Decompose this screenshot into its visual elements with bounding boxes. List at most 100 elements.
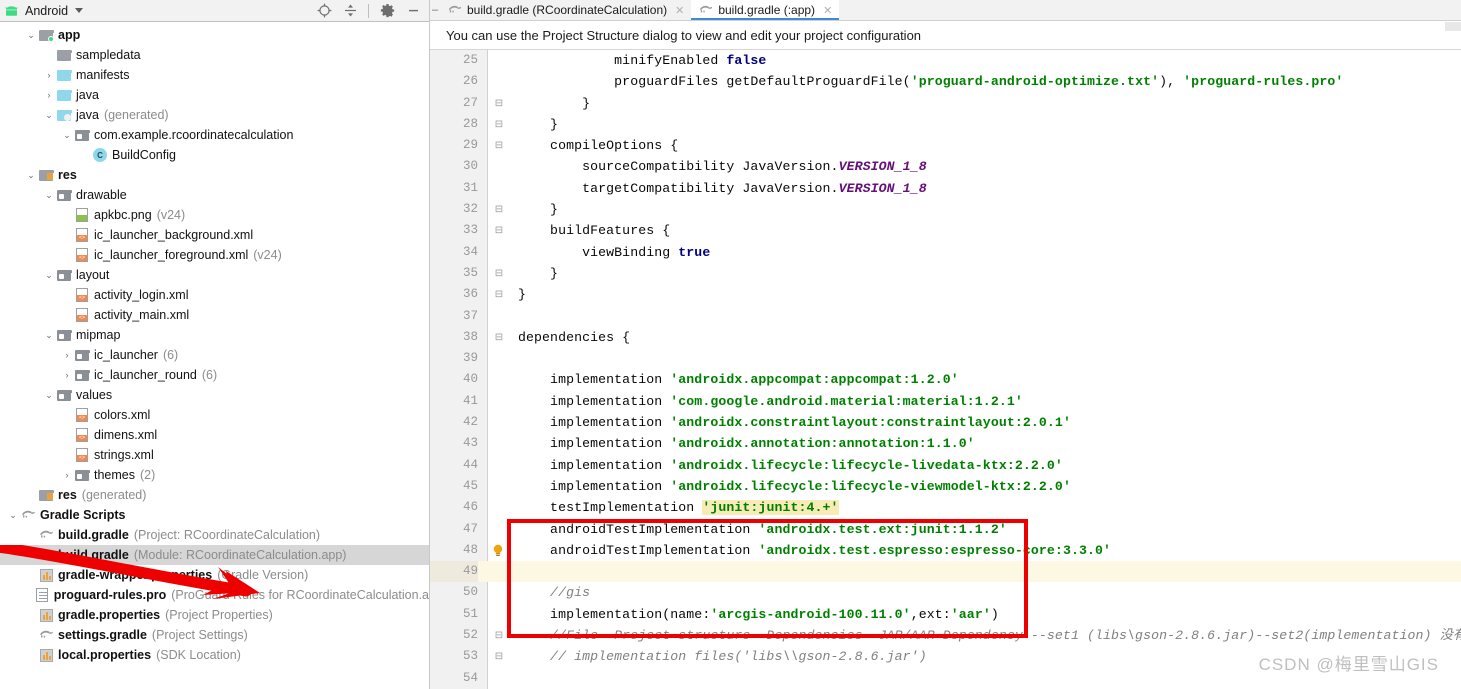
xml-file-icon: <> [76, 288, 88, 302]
tree-item-values[interactable]: ⌄ values [0, 385, 429, 405]
package-folder-icon [75, 129, 90, 141]
tree-item-sublabel: (2) [140, 468, 156, 482]
tree-item-res[interactable]: · res (generated) [0, 485, 429, 505]
tree-item-label: strings.xml [94, 448, 154, 462]
code-line-44: 44 implementation 'androidx.lifecycle:li… [430, 455, 1461, 476]
tree-item-dimens-xml[interactable]: ·<> dimens.xml [0, 425, 429, 445]
chevron-down-icon[interactable]: ⌄ [24, 165, 38, 185]
tree-spacer: · [42, 45, 56, 65]
project-panel-header: Android [0, 0, 429, 22]
code-line-29: 29 ⊟ compileOptions { [430, 135, 1461, 156]
tree-item-activity-login-xml[interactable]: ·<> activity_login.xml [0, 285, 429, 305]
tree-item-ic-launcher-foreground-xml[interactable]: ·<> ic_launcher_foreground.xml (v24) [0, 245, 429, 265]
horizontal-scrollbar-nub[interactable] [1445, 22, 1461, 31]
tree-item-gradle-scripts[interactable]: ⌄ Gradle Scripts [0, 505, 429, 525]
tree-item-label: ic_launcher_foreground.xml [94, 248, 249, 262]
tree-item-java[interactable]: › java [0, 85, 429, 105]
gradle-icon [448, 3, 462, 17]
folder-icon [57, 49, 72, 61]
chevron-down-icon[interactable]: ⌄ [42, 385, 56, 405]
tree-item-label: gradle.properties [58, 608, 161, 622]
project-tree[interactable]: ⌄app·sampledata›manifests›java⌄java(gene… [0, 22, 429, 665]
chevron-right-icon[interactable]: › [60, 465, 74, 485]
code-line-36: 36 ⊟} [430, 284, 1461, 305]
tree-item-build-gradle[interactable]: · build.gradle (Module: RCoordinateCalcula… [0, 545, 429, 565]
tree-item-gradle-wrapper-properties[interactable]: · gradle-wrapper.properties (Gradle Versio… [0, 565, 429, 585]
source-folder-icon [57, 69, 72, 81]
chevron-down-icon[interactable]: ⌄ [42, 325, 56, 345]
tree-item-proguard-rules-pro[interactable]: · proguard-rules.pro (ProGuard Rules for R… [0, 585, 429, 605]
chevron-right-icon[interactable]: › [42, 85, 56, 105]
close-icon[interactable]: ✕ [823, 4, 832, 17]
tree-item-buildconfig[interactable]: ·C BuildConfig [0, 145, 429, 165]
code-text: proguardFiles getDefaultProguardFile('pr… [518, 74, 1344, 90]
line-number: 39 [462, 351, 478, 366]
fold-toggle-icon[interactable]: ⊟ [492, 625, 506, 646]
chevron-down-icon[interactable]: ⌄ [42, 185, 56, 205]
chevron-down-icon[interactable]: ⌄ [42, 105, 56, 125]
tree-item-gradle-properties[interactable]: · gradle.properties (Project Properties) [0, 605, 429, 625]
chevron-right-icon[interactable]: › [42, 65, 56, 85]
chevron-down-icon[interactable]: ⌄ [24, 25, 38, 45]
tree-item-strings-xml[interactable]: ·<> strings.xml [0, 445, 429, 465]
tree-spacer: · [24, 485, 38, 505]
gear-icon[interactable] [379, 3, 395, 19]
chevron-down-icon[interactable]: ⌄ [42, 265, 56, 285]
tree-item-label: java [76, 108, 99, 122]
tree-item-drawable[interactable]: ⌄ drawable [0, 185, 429, 205]
tree-item-app[interactable]: ⌄ app [0, 25, 429, 45]
chevron-down-icon[interactable]: ⌄ [6, 505, 20, 525]
tree-item-sampledata[interactable]: · sampledata [0, 45, 429, 65]
tree-item-label: drawable [76, 188, 127, 202]
chevron-down-icon[interactable] [75, 8, 84, 13]
tree-item-label: manifests [76, 68, 130, 82]
code-line-37: 37 [430, 306, 1461, 327]
fold-toggle-icon[interactable]: ⊟ [492, 93, 506, 114]
tree-item-java[interactable]: ⌄ java (generated) [0, 105, 429, 125]
fold-toggle-icon[interactable]: ⊟ [492, 284, 506, 305]
fold-toggle-icon[interactable]: ⊟ [492, 327, 506, 348]
tree-item-build-gradle[interactable]: · build.gradle (Project: RCoordinateCalcul… [0, 525, 429, 545]
fold-toggle-icon[interactable]: ⊟ [492, 114, 506, 135]
tree-item-apkbc-png[interactable]: · apkbc.png (v24) [0, 205, 429, 225]
tree-item-res[interactable]: ⌄ res [0, 165, 429, 185]
fold-toggle-icon[interactable]: ⊟ [492, 263, 506, 284]
code-line-35: 35 ⊟ } [430, 263, 1461, 284]
close-icon[interactable]: ✕ [675, 4, 684, 17]
code-lines: 25 minifyEnabled false 26 proguardFiles g… [430, 50, 1461, 689]
minimize-icon[interactable] [405, 3, 421, 19]
fold-toggle-icon[interactable]: ⊟ [492, 135, 506, 156]
tree-item-themes[interactable]: › themes (2) [0, 465, 429, 485]
fold-toggle-icon[interactable]: ⊟ [492, 220, 506, 241]
tab-build-gradle-project[interactable]: build.gradle (RCoordinateCalculation) ✕ [440, 0, 692, 20]
lightbulb-icon[interactable] [492, 544, 504, 557]
tree-item-mipmap[interactable]: ⌄ mipmap [0, 325, 429, 345]
tree-item-ic-launcher[interactable]: › ic_launcher (6) [0, 345, 429, 365]
package-folder-icon [75, 369, 90, 381]
code-editor[interactable]: 25 minifyEnabled false 26 proguardFiles g… [430, 50, 1461, 689]
chevron-down-icon[interactable]: ⌄ [60, 125, 74, 145]
tree-item-local-properties[interactable]: · local.properties (SDK Location) [0, 645, 429, 665]
chevron-right-icon[interactable]: › [60, 345, 74, 365]
tree-item-settings-gradle[interactable]: · settings.gradle (Project Settings) [0, 625, 429, 645]
tree-item-com-example-rcoordinatecalculation[interactable]: ⌄ com.example.rcoordinatecalculation [0, 125, 429, 145]
tab-list-icon[interactable]: – [430, 0, 440, 20]
collapse-all-icon[interactable] [342, 3, 358, 19]
line-number: 44 [462, 457, 478, 472]
fold-toggle-icon[interactable]: ⊟ [492, 199, 506, 220]
tree-item-manifests[interactable]: › manifests [0, 65, 429, 85]
fold-toggle-icon[interactable]: ⊟ [492, 646, 506, 667]
tab-build-gradle-app[interactable]: build.gradle (:app) ✕ [691, 0, 840, 20]
tree-item-ic-launcher-round[interactable]: › ic_launcher_round (6) [0, 365, 429, 385]
chevron-right-icon[interactable]: › [60, 365, 74, 385]
project-panel-title[interactable]: Android [25, 4, 68, 18]
tree-spacer: · [20, 585, 34, 605]
tree-item-ic-launcher-background-xml[interactable]: ·<> ic_launcher_background.xml [0, 225, 429, 245]
code-text: dependencies { [518, 329, 631, 345]
locate-icon[interactable] [316, 3, 332, 19]
tree-item-sublabel: (Project Properties) [165, 608, 273, 622]
tree-item-activity-main-xml[interactable]: ·<> activity_main.xml [0, 305, 429, 325]
tree-item-colors-xml[interactable]: ·<> colors.xml [0, 405, 429, 425]
tree-item-layout[interactable]: ⌄ layout [0, 265, 429, 285]
code-text: implementation 'androidx.lifecycle:lifec… [518, 457, 1063, 473]
